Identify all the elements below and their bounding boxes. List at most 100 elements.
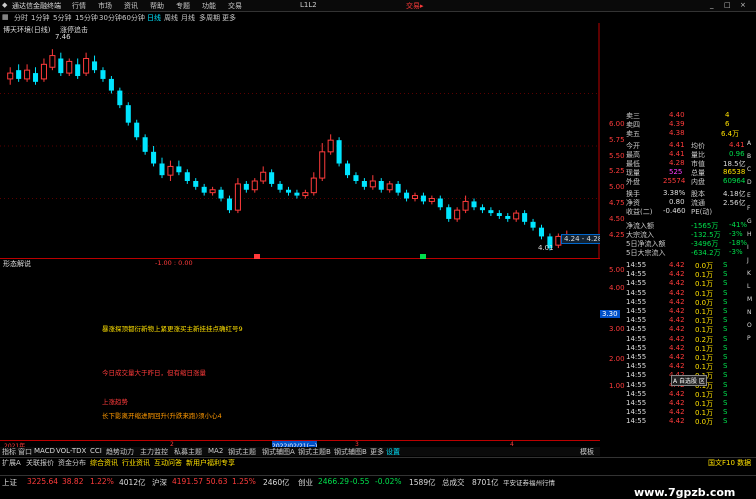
side-letter[interactable]: P xyxy=(747,335,751,342)
period-30min[interactable]: 30分钟 xyxy=(99,13,122,23)
period-multi[interactable]: 多周期 xyxy=(199,13,220,23)
total-turnover-value: 8701亿 xyxy=(472,478,499,487)
broker-label[interactable]: 平安证券福州行情 xyxy=(503,477,555,487)
trade-button[interactable]: 交易▸ xyxy=(406,1,424,11)
side-letter[interactable]: O xyxy=(747,322,752,329)
price-range-label: 4.24 - 4.28 xyxy=(561,234,606,244)
extension-tab-6[interactable]: 新用户福利专享 xyxy=(186,458,235,468)
indicator-tab-1[interactable]: 窗口 xyxy=(18,447,32,457)
menu-news[interactable]: 资讯 xyxy=(124,1,138,11)
menu-help[interactable]: 帮助 xyxy=(150,1,164,11)
extension-tab-4[interactable]: 行业资讯 xyxy=(122,458,150,468)
period-more[interactable]: 更多 xyxy=(222,13,236,23)
side-letter[interactable]: B xyxy=(747,153,751,160)
side-letter[interactable]: L xyxy=(747,283,750,290)
tick-list[interactable]: 14:55 4.42 0.0万 S 14:55 4.42 0.1万 S 14:55 4.42 0.1… xyxy=(625,260,756,443)
indicator-tab-5[interactable]: 趋势动力 xyxy=(106,447,134,457)
indicator-tab-10[interactable]: 钢式辅图A xyxy=(262,447,295,457)
close-icon[interactable]: × xyxy=(740,1,746,9)
minimize-icon[interactable]: _ xyxy=(710,1,714,9)
extension-tab-3[interactable]: 综合资讯 xyxy=(90,458,118,468)
side-letter[interactable]: G xyxy=(747,218,752,225)
grid-icon: ▦ xyxy=(2,13,9,21)
high-price-label: 7.46 xyxy=(55,33,71,41)
period-daily[interactable]: 日线 xyxy=(147,13,161,23)
candle-body xyxy=(125,105,131,123)
indicator-tab-8[interactable]: MA2 xyxy=(208,447,223,455)
pattern-panel[interactable]: 形态解说 暴涨探顶都衍新物上紧更涨买主新挂挂点确红号9 今日成交量大于昨日，但有… xyxy=(0,259,600,444)
flow-5d-block[interactable]: 5日大宗流入 -634.2万 -3% xyxy=(625,247,756,257)
tick-cell: 14:55 xyxy=(626,399,647,407)
tick-cell: 14:55 xyxy=(626,307,647,315)
popup-watchlist[interactable]: A 自选股 区 xyxy=(671,375,707,386)
period-60min[interactable]: 60分钟 xyxy=(122,13,145,23)
candle-body xyxy=(488,210,494,214)
side-letter[interactable]: F xyxy=(747,205,750,212)
side-letter[interactable]: C xyxy=(747,166,751,173)
indicator-tab-14[interactable]: 设置 xyxy=(386,447,400,457)
extension-tab-1[interactable]: 关联报价 xyxy=(26,458,54,468)
period-1min[interactable]: 1分钟 xyxy=(31,13,49,23)
period-fenshi[interactable]: 分时 xyxy=(14,13,28,23)
menu-trade[interactable]: 交易 xyxy=(228,1,242,11)
indicator-tab-7[interactable]: 私募主题 xyxy=(174,447,202,457)
maximize-icon[interactable]: □ xyxy=(724,1,731,9)
side-letter[interactable]: J xyxy=(747,257,749,264)
title-bar: ◆ 通达信金融终端 行情 市场 资讯 帮助 专题 功能 交易 L1L2 交易▸ … xyxy=(0,0,756,12)
side-letter[interactable]: E xyxy=(747,192,751,199)
template-button[interactable]: 模板 xyxy=(580,447,594,457)
lower-scale-2: 2.00 xyxy=(609,355,625,363)
tick-cell: 4.42 xyxy=(669,389,685,398)
indicator-tab-9[interactable]: 钢式主题 xyxy=(228,447,256,457)
menu-l1l2[interactable]: L1L2 xyxy=(300,1,317,9)
candle-body xyxy=(395,183,401,193)
period-5min[interactable]: 5分钟 xyxy=(53,13,71,23)
side-letter[interactable]: A xyxy=(747,140,751,147)
indicator-tab-6[interactable]: 主力监控 xyxy=(140,447,168,457)
tick-cell: 14:55 xyxy=(626,380,647,389)
indicator-tab-2[interactable]: MACD xyxy=(34,447,55,455)
side-letter[interactable]: H xyxy=(747,231,752,238)
menu-hq[interactable]: 行情 xyxy=(72,1,86,11)
annotation-4: 长下影离开缩进阴回升(升跌来跑)须小心4 xyxy=(102,412,222,420)
tick-cell: 14:55 xyxy=(626,316,647,325)
indicator-tab-13[interactable]: 更多 xyxy=(370,447,384,457)
extension-tab-0[interactable]: 扩展A xyxy=(2,458,21,468)
candlestick-chart[interactable] xyxy=(0,23,600,258)
side-letter[interactable]: N xyxy=(747,309,752,316)
index-cy-amount: 1589亿 xyxy=(409,478,436,487)
candle-body xyxy=(437,198,443,208)
extension-tab-2[interactable]: 资金分布 xyxy=(58,458,86,468)
indicator-tab-4[interactable]: CCI xyxy=(90,447,102,455)
side-letter[interactable]: M xyxy=(747,296,752,303)
indicator-tab-12[interactable]: 钢式辅图B xyxy=(334,447,367,457)
side-letter[interactable]: I xyxy=(747,244,749,251)
candle-body xyxy=(193,181,199,187)
candle-body xyxy=(243,183,249,190)
tick-cell: S xyxy=(723,343,728,352)
f10-data-button[interactable]: 国文F10 数据 xyxy=(708,458,751,468)
period-weekly[interactable]: 周线 xyxy=(164,13,178,23)
scale-4-50: 4.50 xyxy=(609,215,625,223)
candle-body xyxy=(251,180,258,191)
ask-5-row[interactable]: 卖五 4.38 6.4万 xyxy=(625,128,756,138)
period-15min[interactable]: 15分钟 xyxy=(75,13,98,23)
menu-market[interactable]: 市场 xyxy=(98,1,112,11)
side-letter[interactable]: K xyxy=(747,270,751,277)
menu-function[interactable]: 功能 xyxy=(202,1,216,11)
indicator-tab-11[interactable]: 钢式主题B xyxy=(298,447,331,457)
indicator-tab-0[interactable]: 指标 xyxy=(2,447,16,457)
tick-cell: S xyxy=(723,316,728,325)
candle-body xyxy=(277,183,283,190)
candle-body xyxy=(260,171,267,182)
index-cy-name[interactable]: 创业 xyxy=(298,477,313,488)
period-monthly[interactable]: 月线 xyxy=(181,13,195,23)
index-sh-name[interactable]: 上证 xyxy=(2,477,17,488)
menu-topic[interactable]: 专题 xyxy=(176,1,190,11)
side-letter[interactable]: D xyxy=(747,179,752,186)
side-letter-strip[interactable]: ABCDEFGHIJKLMNOP xyxy=(746,110,756,443)
index-hs-name[interactable]: 沪深 xyxy=(152,477,167,488)
extension-tab-5[interactable]: 互动问答 xyxy=(154,458,182,468)
candle-body xyxy=(462,200,469,211)
indicator-tab-3[interactable]: VOL-TDX xyxy=(56,447,86,455)
